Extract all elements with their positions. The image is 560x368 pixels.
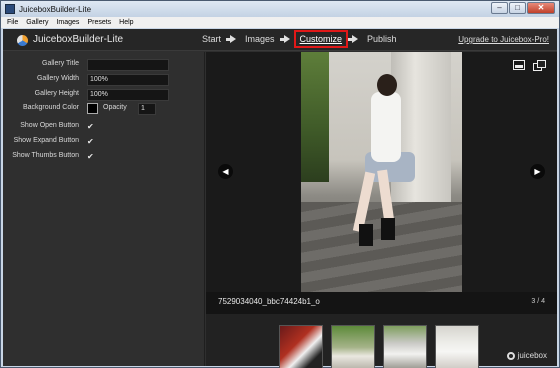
main-photo[interactable] [301, 52, 462, 292]
image-caption: 7529034040_bbc74424b1_o [218, 297, 320, 306]
app-name: JuiceboxBuilder-Lite [33, 34, 124, 45]
step-start[interactable]: Start [201, 34, 222, 44]
app-window: JuiceboxBuilder-Lite – □ ✕ File Gallery … [0, 0, 560, 368]
brand-label: juicebox [517, 351, 547, 360]
gallery-width-label: Gallery Width [36, 75, 79, 82]
juicebox-brand-icon [506, 351, 515, 360]
minimize-button[interactable]: – [491, 2, 508, 14]
app-content: JuiceboxBuilder-Lite Start Images Custom… [3, 29, 557, 368]
thumbnail-strip [279, 325, 479, 368]
window-title: JuiceboxBuilder-Lite [19, 4, 92, 14]
show-expand-button-label: Show Expand Button [13, 137, 79, 144]
step-arrow-icon [279, 35, 290, 43]
close-button[interactable]: ✕ [527, 2, 555, 14]
background-color-label: Background Color [22, 104, 79, 111]
step-customize[interactable]: Customize [293, 30, 349, 48]
settings-panel: Gallery Title Gallery Width 100% Gallery… [3, 52, 205, 366]
thumbs-toggle-icon[interactable] [513, 60, 525, 70]
app-icon [5, 4, 15, 14]
gallery-preview: ◀ ▶ 7529034040_bbc74424b1_o 3 / 4 juiceb… [206, 52, 557, 368]
show-thumbs-button-checkbox[interactable]: ✔ [87, 152, 94, 161]
menu-gallery[interactable]: Gallery [26, 19, 48, 26]
menu-presets[interactable]: Presets [87, 19, 111, 26]
title-bar: JuiceboxBuilder-Lite – □ ✕ [1, 1, 559, 17]
thumbnail-1[interactable] [279, 325, 323, 368]
step-navigation: Start Images Customize Publish [201, 30, 398, 48]
opacity-label: Opacity [103, 104, 127, 111]
background-color-swatch[interactable] [87, 103, 98, 114]
upgrade-link[interactable]: Upgrade to Juicebox-Pro! [458, 35, 549, 44]
thumbnail-3[interactable] [383, 325, 427, 368]
menu-help[interactable]: Help [119, 19, 133, 26]
open-window-icon[interactable] [533, 60, 546, 71]
gallery-title-label: Gallery Title [42, 60, 79, 67]
thumbnail-4[interactable] [435, 325, 479, 368]
app-header: JuiceboxBuilder-Lite Start Images Custom… [3, 29, 557, 51]
setting-gallery-height: Gallery Height 100% [3, 89, 205, 101]
thumbnail-2[interactable] [331, 325, 375, 368]
step-publish[interactable]: Publish [366, 34, 398, 44]
previous-image-button[interactable]: ◀ [218, 164, 233, 179]
setting-show-expand-button: Show Expand Button ✔ [3, 136, 205, 148]
image-stage: ◀ ▶ 7529034040_bbc74424b1_o 3 / 4 [206, 52, 557, 314]
menu-images[interactable]: Images [56, 19, 79, 26]
menu-bar: File Gallery Images Presets Help [1, 17, 559, 28]
show-open-button-checkbox[interactable]: ✔ [87, 122, 94, 131]
menu-file[interactable]: File [7, 19, 18, 26]
gallery-height-input[interactable]: 100% [87, 89, 169, 101]
gallery-toolbar [513, 60, 546, 71]
opacity-input[interactable]: 1 [138, 103, 156, 115]
setting-gallery-width: Gallery Width 100% [3, 74, 205, 86]
gallery-height-label: Gallery Height [34, 90, 79, 97]
step-arrow-icon [226, 35, 237, 43]
caption-bar: 7529034040_bbc74424b1_o 3 / 4 [206, 292, 557, 314]
show-thumbs-button-label: Show Thumbs Button [12, 152, 79, 159]
image-counter: 3 / 4 [531, 298, 545, 305]
juicebox-brand: juicebox [506, 351, 547, 360]
setting-show-open-button: Show Open Button ✔ [3, 121, 205, 133]
next-image-button[interactable]: ▶ [530, 164, 545, 179]
setting-show-thumbs-button: Show Thumbs Button ✔ [3, 151, 205, 163]
window-controls: – □ ✕ [491, 2, 555, 14]
setting-gallery-title: Gallery Title [3, 59, 205, 71]
show-open-button-label: Show Open Button [20, 122, 79, 129]
maximize-button[interactable]: □ [509, 2, 526, 14]
show-expand-button-checkbox[interactable]: ✔ [87, 137, 94, 146]
setting-background-color: Background Color Opacity 1 [3, 103, 205, 115]
step-images[interactable]: Images [244, 34, 276, 44]
step-arrow-icon [348, 35, 359, 43]
gallery-width-input[interactable]: 100% [87, 74, 169, 86]
gallery-title-input[interactable] [87, 59, 169, 71]
juicebox-logo-icon [17, 35, 28, 46]
